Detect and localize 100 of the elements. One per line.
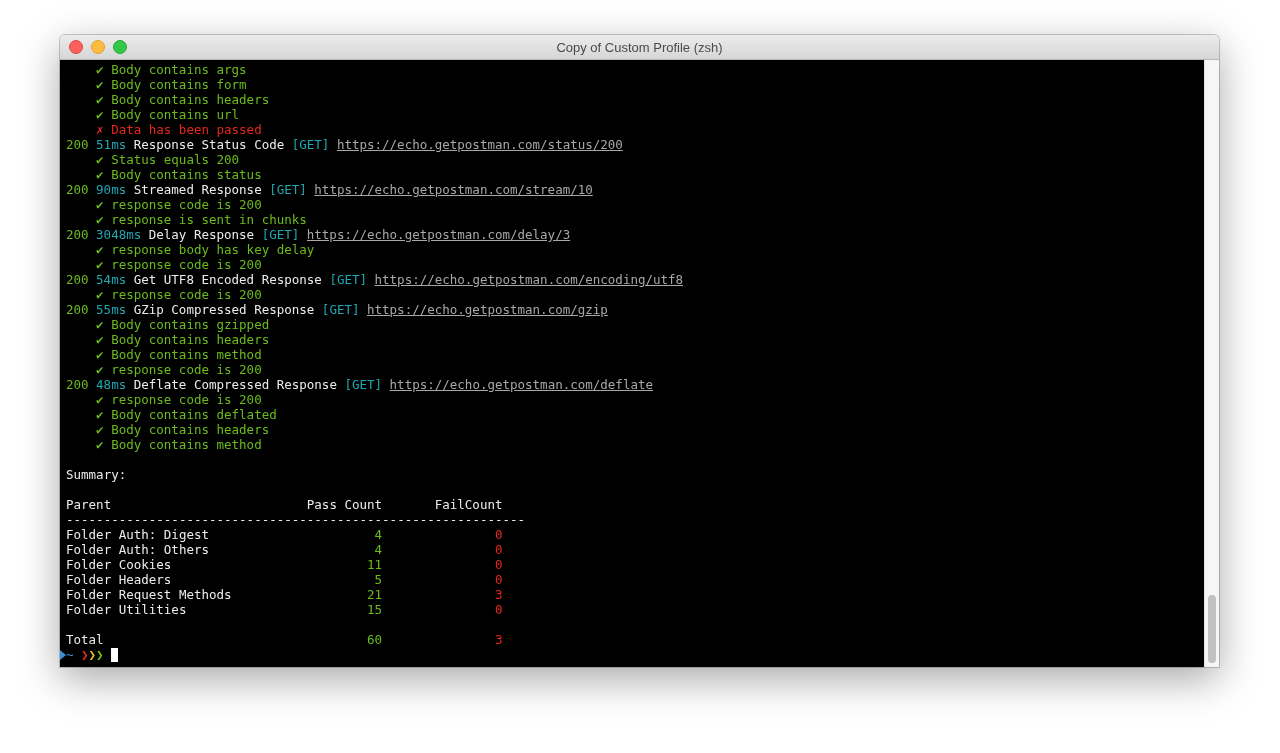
fail-count: 0 (494, 542, 503, 557)
status-code: 200 (66, 182, 89, 197)
test-result-text: Body contains method (111, 347, 262, 362)
request-name: Get UTF8 Encoded Response (133, 272, 322, 287)
request-name: Deflate Compressed Response (133, 377, 337, 392)
test-result-text: Body contains url (111, 107, 240, 122)
check-mark: ✔ (96, 92, 104, 107)
test-result-text: Body contains headers (111, 422, 270, 437)
request-name: Streamed Response (133, 182, 262, 197)
request-method: [GET] (344, 377, 383, 392)
prompt-chevron: ❯ (88, 647, 97, 662)
test-result-text: Data has been passed (111, 122, 262, 137)
request-name: Delay Response (148, 227, 255, 242)
test-result-text: Body contains method (111, 437, 262, 452)
check-mark: ✔ (96, 257, 104, 272)
pass-count: 4 (374, 542, 383, 557)
check-mark: ✔ (96, 407, 104, 422)
window-title: Copy of Custom Profile (zsh) (556, 39, 723, 55)
check-mark: ✔ (96, 347, 104, 362)
request-url-link[interactable]: https://echo.getpostman.com/stream/10 (314, 182, 593, 197)
fail-count: 0 (494, 527, 503, 542)
zoom-button[interactable] (113, 40, 127, 54)
test-result-text: Body contains status (111, 167, 262, 182)
check-mark: ✔ (96, 197, 104, 212)
pass-count: 5 (374, 572, 383, 587)
check-mark: ✔ (96, 287, 104, 302)
cross-mark: ✗ (96, 122, 104, 137)
total-label: Total (66, 632, 104, 647)
text-cursor (111, 648, 119, 662)
pass-count: 15 (367, 602, 383, 617)
prompt-directory: ~ (66, 647, 74, 662)
request-url-link[interactable]: https://echo.getpostman.com/encoding/utf8 (374, 272, 684, 287)
column-header: Pass Count (306, 497, 383, 512)
summary-heading: Summary: (66, 467, 127, 482)
prompt-arrow-icon (60, 650, 66, 660)
request-method: [GET] (321, 302, 360, 317)
check-mark: ✔ (96, 242, 104, 257)
test-result-text: Body contains headers (111, 332, 270, 347)
scrollbar[interactable] (1204, 60, 1219, 667)
column-header: Parent (66, 497, 112, 512)
prompt-chevron: ❯ (81, 647, 89, 662)
check-mark: ✔ (96, 422, 104, 437)
request-method: [GET] (329, 272, 368, 287)
fail-count: 0 (494, 572, 503, 587)
response-time: 51ms (96, 137, 127, 152)
folder-label: Folder Auth: Digest (66, 527, 209, 542)
fail-count: 3 (494, 587, 503, 602)
request-name: Response Status Code (133, 137, 285, 152)
minimize-button[interactable] (91, 40, 105, 54)
status-code: 200 (66, 272, 89, 287)
scrollbar-thumb[interactable] (1208, 595, 1216, 663)
table-rule: ------------------------------------------------------------- (66, 512, 526, 527)
test-result-text: response code is 200 (111, 197, 262, 212)
prompt-chevron: ❯ (96, 647, 104, 662)
test-result-text: response code is 200 (111, 362, 262, 377)
check-mark: ✔ (96, 317, 104, 332)
response-time: 48ms (96, 377, 127, 392)
folder-label: Folder Auth: Others (66, 542, 209, 557)
check-mark: ✔ (96, 362, 104, 377)
check-mark: ✔ (96, 107, 104, 122)
pass-count: 4 (374, 527, 383, 542)
check-mark: ✔ (96, 212, 104, 227)
status-code: 200 (66, 227, 89, 242)
request-method: [GET] (261, 227, 300, 242)
response-time: 55ms (96, 302, 127, 317)
close-button[interactable] (69, 40, 83, 54)
response-time: 54ms (96, 272, 127, 287)
column-header: FailCount (434, 497, 503, 512)
test-result-text: Body contains args (111, 62, 247, 77)
test-result-text: response code is 200 (111, 287, 262, 302)
check-mark: ✔ (96, 332, 104, 347)
check-mark: ✔ (96, 62, 104, 77)
pass-count: 60 (367, 632, 383, 647)
fail-count: 0 (494, 602, 503, 617)
test-result-text: Status equals 200 (111, 152, 240, 167)
response-time: 90ms (96, 182, 127, 197)
check-mark: ✔ (96, 152, 104, 167)
request-url-link[interactable]: https://echo.getpostman.com/status/200 (336, 137, 623, 152)
request-url-link[interactable]: https://echo.getpostman.com/gzip (367, 302, 608, 317)
request-url-link[interactable]: https://echo.getpostman.com/delay/3 (306, 227, 571, 242)
status-code: 200 (66, 302, 89, 317)
test-result-text: Body contains headers (111, 92, 270, 107)
folder-label: Folder Headers (66, 572, 172, 587)
check-mark: ✔ (96, 392, 104, 407)
request-url-link[interactable]: https://echo.getpostman.com/deflate (389, 377, 653, 392)
test-result-text: Body contains form (111, 77, 247, 92)
test-result-text: response code is 200 (111, 257, 262, 272)
pass-count: 21 (367, 587, 383, 602)
folder-label: Folder Utilities (66, 602, 187, 617)
request-method: [GET] (291, 137, 330, 152)
test-result-text: response code is 200 (111, 392, 262, 407)
test-result-text: Body contains gzipped (111, 317, 270, 332)
fail-count: 0 (494, 557, 503, 572)
test-result-text: response is sent in chunks (111, 212, 307, 227)
check-mark: ✔ (96, 437, 104, 452)
request-name: GZip Compressed Response (133, 302, 315, 317)
folder-label: Folder Cookies (66, 557, 172, 572)
request-method: [GET] (269, 182, 307, 197)
test-result-text: response body has key delay (111, 242, 315, 257)
folder-label: Folder Request Methods (66, 587, 232, 602)
